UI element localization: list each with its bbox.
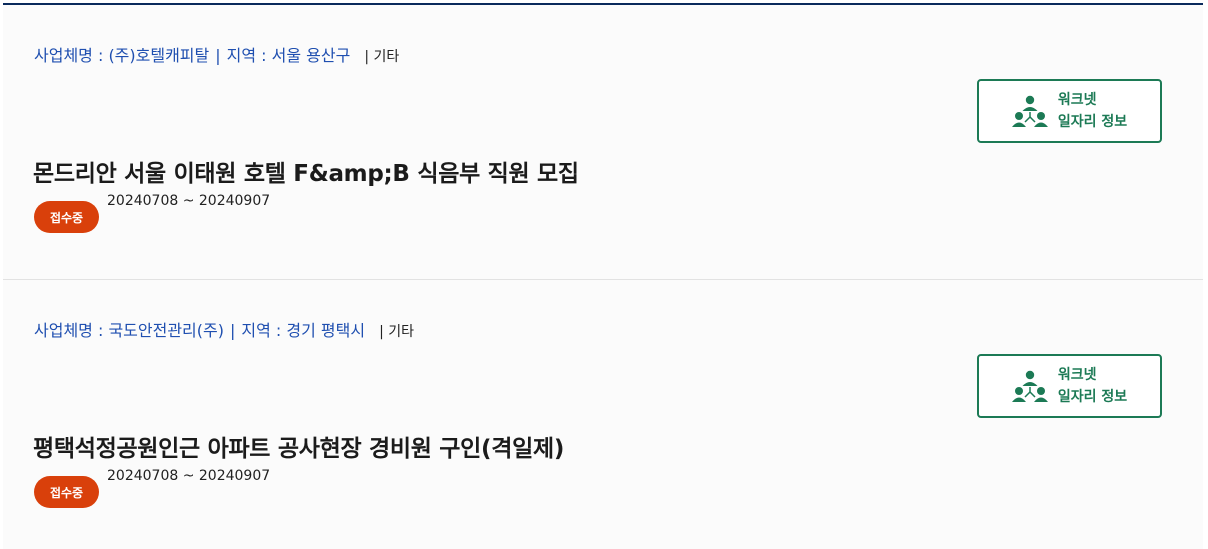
worknet-job-info-button[interactable]: 워크넷 일자리 정보	[977, 354, 1162, 418]
company-name: 사업체명 : (주)호텔캐피탈	[34, 46, 210, 65]
job-listing-card[interactable]: 사업체명 : (주)호텔캐피탈 | 지역 : 서울 용산구 | 기타 워크넷 일자리 …	[3, 5, 1203, 280]
people-network-icon	[1011, 370, 1048, 402]
job-info-label: 일자리 정보	[1057, 389, 1128, 405]
category-etc: | 기타	[364, 49, 400, 65]
application-period: 20240708 ~ 20240907	[107, 468, 271, 484]
listing-meta: 사업체명 : 국도안전관리(주) | 지역 : 경기 평택시 | 기타	[34, 317, 414, 341]
status-badge: 접수중	[34, 476, 99, 508]
job-title[interactable]: 평택석정공원인근 아파트 공사현장 경비원 구인(격일제)	[33, 429, 564, 463]
application-period: 20240708 ~ 20240907	[107, 193, 271, 209]
status-badge: 접수중	[34, 201, 99, 233]
company-name: 사업체명 : 국도안전관리(주)	[34, 321, 224, 340]
job-info-label: 일자리 정보	[1057, 114, 1128, 130]
category-etc: | 기타	[379, 324, 414, 340]
job-listing-card[interactable]: 사업체명 : 국도안전관리(주) | 지역 : 경기 평택시 | 기타 워크넷 일자리…	[3, 280, 1203, 549]
meta-separator: |	[215, 46, 221, 65]
region: 지역 : 경기 평택시	[241, 321, 366, 340]
people-network-icon	[1011, 95, 1048, 127]
region: 지역 : 서울 용산구	[226, 46, 351, 65]
meta-separator: |	[229, 321, 236, 340]
worknet-label: 워크넷	[1057, 367, 1097, 383]
job-title[interactable]: 몬드리안 서울 이태원 호텔 F&amp;B 식음부 직원 모집	[33, 154, 579, 188]
worknet-label: 워크넷	[1057, 92, 1097, 108]
listing-meta: 사업체명 : (주)호텔캐피탈 | 지역 : 서울 용산구 | 기타	[34, 42, 399, 66]
worknet-job-info-button[interactable]: 워크넷 일자리 정보	[977, 79, 1162, 143]
